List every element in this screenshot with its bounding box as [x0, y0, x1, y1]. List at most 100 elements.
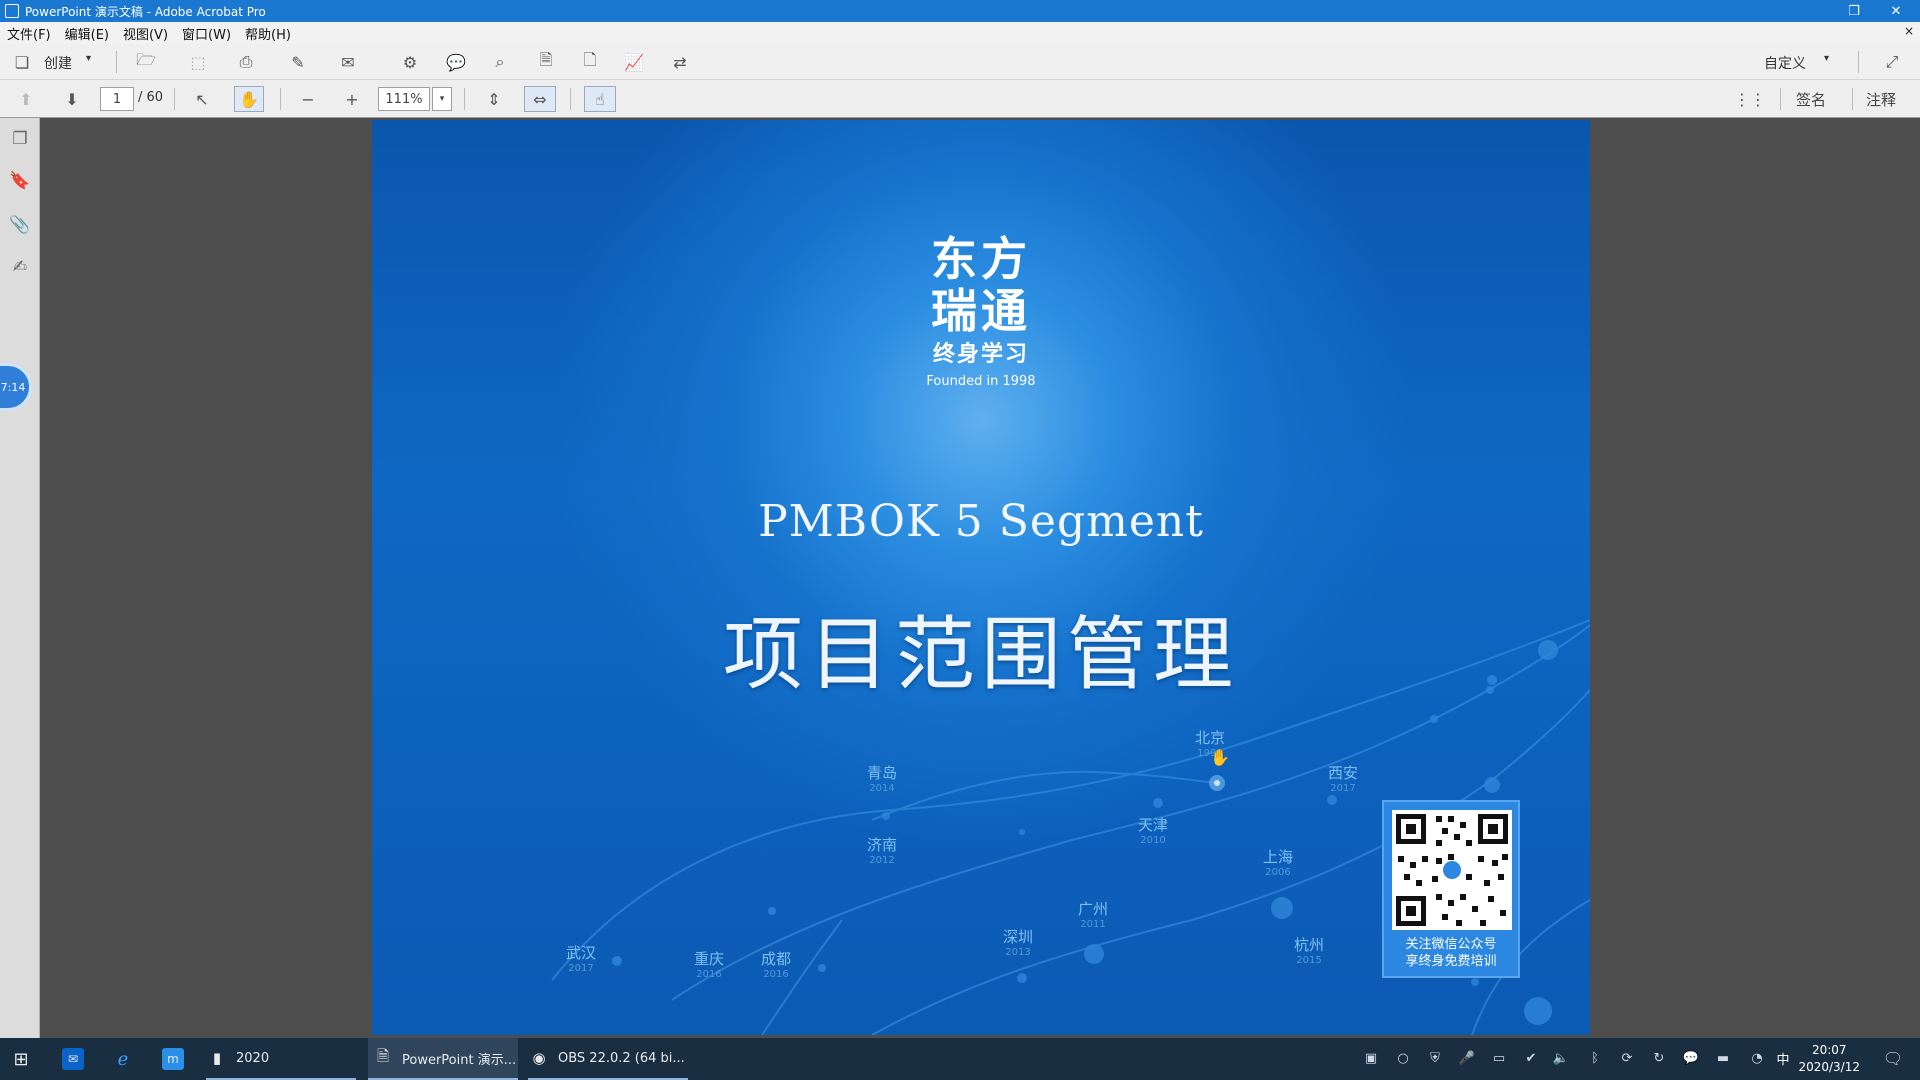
fit-width-icon[interactable]: ⇔	[524, 86, 556, 112]
comment-bubble-icon[interactable]: 💬	[444, 50, 468, 74]
city-name: 武汉	[566, 944, 597, 962]
main-toolbar: ❏ 创建 ▾ 🗁 ⬚ ⎙ ✎ ✉ ⚙ 💬 ⌕ 🗎 🗋 📈 ⇄ 自定义 ▾ ⤢	[0, 44, 1920, 80]
city-label-chengdu: 成都 2016	[761, 951, 791, 983]
navigation-toolbar: ⬆ ⬇ 1 / 60 ↖ ✋ − + 111% ▾ ⇕ ⇔ ☝ ⋮⋮ 签名 注释	[0, 80, 1920, 118]
toolbar-separator	[174, 88, 175, 110]
tray-app-icon[interactable]: ▣	[1362, 1049, 1380, 1067]
city-name: 北京	[1195, 729, 1226, 747]
tray-update-icon[interactable]: ⟳	[1618, 1049, 1636, 1067]
bookmarks-icon[interactable]: 🔖	[9, 170, 31, 192]
zoom-in-icon[interactable]: +	[340, 87, 364, 111]
edit-pen-icon[interactable]: ✎	[286, 50, 310, 74]
comment-panel-button[interactable]: 注释	[1866, 89, 1896, 110]
route-node	[882, 812, 890, 820]
settings-gear-icon[interactable]: ⚙	[398, 50, 422, 74]
folder-2020-taskbar-button[interactable]: ▮ 2020	[206, 1038, 356, 1080]
tray-wifi-icon[interactable]: ◔	[1748, 1049, 1766, 1067]
print-icon[interactable]: ⎙	[234, 50, 258, 74]
open-folder-icon[interactable]: 🗁	[134, 50, 158, 74]
fit-page-icon[interactable]: ⇕	[482, 87, 506, 111]
folder-icon: ▮	[212, 1049, 222, 1067]
menu-view[interactable]: 视图(V)	[116, 24, 175, 43]
ime-indicator[interactable]: 中	[1774, 1049, 1792, 1068]
acrobat-taskbar-button[interactable]: 🗎 PowerPoint 演示...	[368, 1038, 518, 1080]
app-taskbar-button[interactable]: m	[162, 1038, 192, 1080]
next-page-icon[interactable]: ⬇	[60, 87, 84, 111]
sign-panel-button[interactable]: 签名	[1796, 89, 1826, 110]
create-icon[interactable]: ❏	[10, 50, 34, 74]
menu-edit[interactable]: 编辑(E)	[58, 24, 116, 43]
tray-volume-icon[interactable]: 🔈	[1552, 1049, 1570, 1067]
zoom-level-input[interactable]: 111%	[378, 87, 430, 111]
page-total-label: / 60	[138, 90, 164, 105]
window-title: PowerPoint 演示文稿 - Adobe Acrobat Pro	[25, 4, 266, 19]
email-icon[interactable]: ✉	[336, 50, 360, 74]
taskbar-label: OBS 22.0.2 (64 bi...	[558, 1050, 685, 1066]
hand-tool-icon[interactable]: ✋	[234, 86, 264, 112]
page-number-input[interactable]: 1	[100, 87, 134, 111]
previous-page-icon[interactable]: ⬆	[14, 87, 38, 111]
tray-shield-icon[interactable]: ⛨	[1426, 1049, 1444, 1067]
create-menu-button[interactable]: 创建	[44, 53, 72, 73]
city-year: 2014	[869, 783, 895, 794]
qr-finder	[1478, 814, 1508, 844]
close-button[interactable]: ✕	[1876, 0, 1916, 22]
toolbar-separator	[1852, 88, 1853, 110]
tools-icon[interactable]: ⋮⋮	[1734, 87, 1766, 111]
fullscreen-expand-icon[interactable]: ⤢	[1880, 50, 1904, 74]
signatures-icon[interactable]: ✍	[9, 256, 31, 278]
city-name: 天津	[1138, 816, 1169, 834]
tray-bluetooth-icon[interactable]: ᛒ	[1586, 1049, 1604, 1067]
zoom-dropdown-icon[interactable]: ▾	[432, 87, 452, 111]
outlook-taskbar-button[interactable]: ✉	[62, 1038, 92, 1080]
tray-display-icon[interactable]: ▭	[1490, 1049, 1508, 1067]
route-node	[768, 907, 776, 915]
city-label-jinan: 济南 2012	[867, 837, 897, 869]
city-name: 深圳	[1003, 928, 1034, 946]
tray-circle-icon[interactable]: ○	[1394, 1049, 1412, 1067]
tray-check-icon[interactable]: ✔	[1522, 1049, 1540, 1067]
tray-battery-icon[interactable]: ▬	[1714, 1049, 1732, 1067]
customize-dropdown-icon[interactable]: ▾	[1824, 53, 1829, 64]
customize-menu-button[interactable]: 自定义	[1764, 53, 1806, 73]
city-year: 2016	[763, 969, 789, 980]
hand-cursor-icon: ✋	[1210, 748, 1230, 767]
restore-button[interactable]: ❐	[1834, 0, 1874, 22]
select-arrow-icon[interactable]: ↖	[190, 87, 214, 111]
tray-chat-icon[interactable]: 💬	[1682, 1049, 1700, 1067]
start-button[interactable]: ⊞	[10, 1038, 40, 1080]
menu-help[interactable]: 帮助(H)	[238, 24, 298, 43]
tray-sync-icon[interactable]: ↻	[1650, 1049, 1668, 1067]
page-thumbnails-icon[interactable]: ❐	[9, 128, 31, 150]
city-year: 2017	[568, 963, 594, 974]
route-node	[1430, 715, 1438, 723]
toolbar-separator	[116, 51, 117, 73]
document-icon[interactable]: 🗎	[534, 50, 558, 74]
toolbar-separator	[464, 88, 465, 110]
action-center-icon[interactable]: 🗨	[1883, 1049, 1903, 1068]
slide-subtitle: PMBOK 5 Segment	[758, 496, 1204, 547]
city-year: 2006	[1265, 867, 1291, 878]
qr-caption-line-2: 享终身免费培训	[1405, 954, 1497, 969]
review-icon[interactable]: ⌕	[488, 50, 512, 74]
create-dropdown-icon[interactable]: ▾	[86, 53, 91, 64]
obs-taskbar-button[interactable]: ◉ OBS 22.0.2 (64 bi...	[528, 1038, 688, 1080]
menu-file[interactable]: 文件(F)	[0, 24, 58, 43]
taskbar-label: PowerPoint 演示...	[402, 1052, 517, 1068]
document-sign-icon[interactable]: 🗋	[578, 50, 602, 74]
attachments-paperclip-icon[interactable]: 📎	[9, 214, 31, 236]
route-node	[1471, 978, 1479, 986]
ie-taskbar-button[interactable]: ℯ	[112, 1038, 142, 1080]
city-year: 2015	[1296, 955, 1322, 966]
read-mode-icon[interactable]: ☝	[584, 86, 616, 112]
save-icon[interactable]: ⬚	[186, 50, 210, 74]
city-name: 成都	[761, 950, 792, 968]
taskbar-clock[interactable]: 20:07 2020/3/12	[1798, 1042, 1860, 1076]
export-icon[interactable]: ⇄	[668, 50, 692, 74]
zoom-out-icon[interactable]: −	[296, 87, 320, 111]
document-chart-icon[interactable]: 📈	[622, 50, 646, 74]
menu-window[interactable]: 窗口(W)	[175, 24, 238, 43]
close-document-button[interactable]: ×	[1904, 24, 1914, 38]
city-name: 青岛	[867, 764, 898, 782]
tray-microphone-icon[interactable]: 🎤	[1458, 1049, 1476, 1067]
